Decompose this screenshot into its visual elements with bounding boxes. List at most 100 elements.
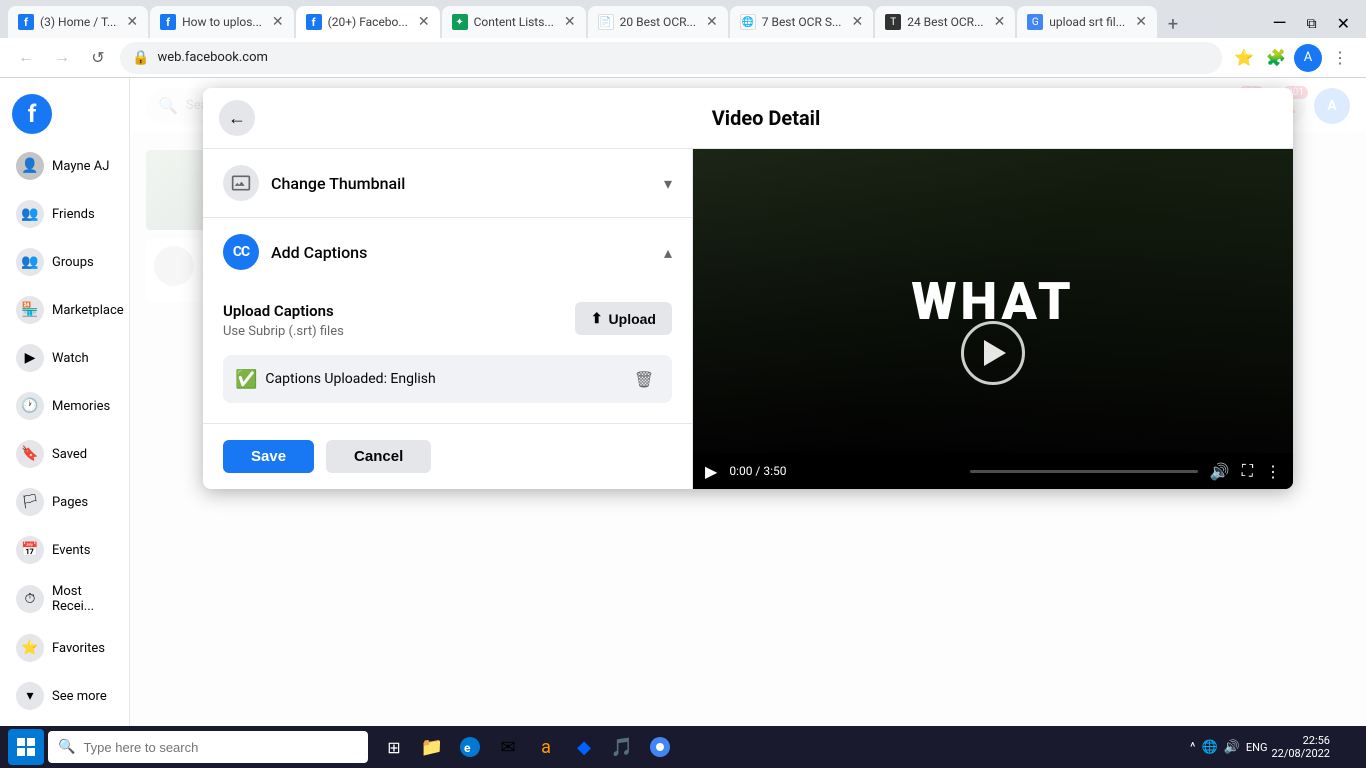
show-desktop-button[interactable] [1334,726,1358,768]
upload-icon: ⬆ [591,310,603,327]
modal-footer: Save Cancel [203,424,692,489]
tab-close-1[interactable]: ✕ [126,14,138,30]
mayne-aj-label: Mayne AJ [52,159,109,174]
caption-delete-button[interactable]: 🗑 [628,363,660,395]
video-play-icon[interactable]: ▶ [705,462,717,481]
mayne-aj-avatar: 👤 [16,152,44,180]
lock-icon: 🔒 [132,50,149,66]
pages-label: Pages [52,495,88,510]
tab-8[interactable]: G upload srt fil... ✕ [1017,6,1157,38]
memories-icon: 🕐 [16,392,44,420]
tab-4[interactable]: ✦ Content Lists... ✕ [442,6,586,38]
sidebar-item-saved[interactable]: 🔖 Saved [4,432,125,476]
tab-close-3[interactable]: ✕ [418,14,430,30]
tab-favicon-8: G [1027,14,1043,30]
upload-captions-section: Upload Captions Use Subrip (.srt) files … [223,302,672,339]
sidebar-item-marketplace[interactable]: 🏪 Marketplace [4,288,125,332]
cancel-button[interactable]: Cancel [326,440,431,473]
tab-close-6[interactable]: ✕ [851,14,863,30]
taskbar-chevron-icon[interactable]: ^ [1190,740,1195,755]
save-button[interactable]: Save [223,440,314,473]
taskbar-network-icon: 🌐 [1201,740,1217,755]
modal-left-panel: Change Thumbnail ▾ CC Add Captions [203,149,693,489]
taskbar-search-icon: 🔍 [58,739,75,755]
video-content: WHAT [693,149,1293,453]
tab-close-4[interactable]: ✕ [564,14,576,30]
taskbar-clock[interactable]: 22:56 22/08/2022 [1271,734,1330,760]
menu-button[interactable]: ⋮ [1326,44,1354,72]
new-tab-button[interactable]: + [1159,10,1187,38]
favorites-label: Favorites [52,641,105,656]
close-button[interactable]: ✕ [1329,10,1358,37]
tab-close-2[interactable]: ✕ [272,14,284,30]
modal-back-button[interactable]: ← [219,100,255,136]
facebook-container: f 👤 Mayne AJ 👥 Friends 👥 Groups 🏪 Market… [0,78,1366,768]
taskbar-app-7[interactable]: 🎵 [604,729,640,765]
video-frame: WHAT ▶ 0:00 / 3:50 🔊 ⛶ ⋮ [693,149,1293,489]
tab-5[interactable]: 📄 20 Best OCR... ✕ [588,6,728,38]
video-more-icon[interactable]: ⋮ [1265,462,1281,481]
add-captions-content: Upload Captions Use Subrip (.srt) files … [203,286,692,423]
fb-logo: f [0,86,129,142]
address-bar[interactable]: 🔒 web.facebook.com [120,42,1222,74]
tab-3[interactable]: f (20+) Facebo... ✕ [296,6,440,38]
start-button[interactable] [8,729,44,765]
taskbar-chrome[interactable] [642,729,678,765]
tab-close-8[interactable]: ✕ [1135,14,1147,30]
change-thumbnail-header[interactable]: Change Thumbnail ▾ [203,149,692,217]
tab-title-1: (3) Home / T... [40,15,116,29]
groups-label: Groups [52,255,94,270]
taskbar-search-bar[interactable]: 🔍 [48,731,368,763]
most-recent-label: Most Recei... [52,584,113,614]
tab-title-3: (20+) Facebo... [328,15,408,29]
tab-6[interactable]: 🌐 7 Best OCR S... ✕ [730,6,873,38]
reload-button[interactable]: ↺ [84,44,112,72]
tab-close-7[interactable]: ✕ [994,14,1006,30]
tab-2[interactable]: f How to uplos... ✕ [150,6,294,38]
maximize-button[interactable]: ⧉ [1299,12,1325,36]
tab-1[interactable]: f (3) Home / T... ✕ [8,6,148,38]
taskbar-file-explorer[interactable]: 📁 [414,729,450,765]
taskbar-volume-icon[interactable]: 🔊 [1224,740,1240,755]
extensions-button[interactable]: 🧩 [1262,44,1290,72]
taskbar-mail[interactable]: ✉ [490,729,526,765]
sidebar-item-watch[interactable]: ▶ Watch [4,336,125,380]
minimize-button[interactable]: — [1265,9,1295,38]
taskbar-edge[interactable]: e [452,729,488,765]
sidebar-item-favorites[interactable]: ⭐ Favorites [4,626,125,670]
video-play-button[interactable] [961,321,1025,385]
forward-button[interactable]: → [48,44,76,72]
upload-button[interactable]: ⬆ Upload [575,302,672,335]
taskbar-dropbox[interactable]: ◆ [566,729,602,765]
video-fullscreen-icon[interactable]: ⛶ [1242,461,1253,481]
sidebar-item-most-recent[interactable]: ⏱ Most Recei... [4,576,125,622]
back-button[interactable]: ← [12,44,40,72]
tab-close-5[interactable]: ✕ [706,14,718,30]
taskbar-task-view[interactable]: ⊞ [376,729,412,765]
sidebar-item-memories[interactable]: 🕐 Memories [4,384,125,428]
video-controls: ▶ 0:00 / 3:50 🔊 ⛶ ⋮ [693,453,1293,489]
sidebar-item-events[interactable]: 📅 Events [4,528,125,572]
tab-title-4: Content Lists... [474,15,554,29]
video-volume-icon[interactable]: 🔊 [1210,462,1230,481]
tab-title-8: upload srt fil... [1049,15,1125,29]
saved-label: Saved [52,447,87,462]
window-controls: — ⧉ ✕ [1265,9,1358,38]
add-captions-header[interactable]: CC Add Captions ▴ [203,218,692,286]
see-more-icon: ▾ [16,682,44,710]
tab-7[interactable]: T 24 Best OCR... ✕ [875,6,1015,38]
taskbar-amazon[interactable]: a [528,729,564,765]
sidebar-item-mayne-aj[interactable]: 👤 Mayne AJ [4,144,125,188]
browser-chrome: f (3) Home / T... ✕ f How to uplos... ✕ … [0,0,1366,78]
taskbar-system-icons: ^ 🌐 🔊 ENG [1190,740,1267,755]
sidebar-item-groups[interactable]: 👥 Groups [4,240,125,284]
tab-title-6: 7 Best OCR S... [762,15,842,29]
watch-label: Watch [52,351,89,366]
video-progress-bar[interactable] [970,470,1198,473]
sidebar-item-friends[interactable]: 👥 Friends [4,192,125,236]
bookmark-button[interactable]: ⭐ [1230,44,1258,72]
profile-button[interactable]: A [1294,44,1322,72]
taskbar-search-input[interactable] [83,740,358,755]
sidebar-item-pages[interactable]: 🏳 Pages [4,480,125,524]
sidebar-item-see-more[interactable]: ▾ See more [4,674,125,718]
